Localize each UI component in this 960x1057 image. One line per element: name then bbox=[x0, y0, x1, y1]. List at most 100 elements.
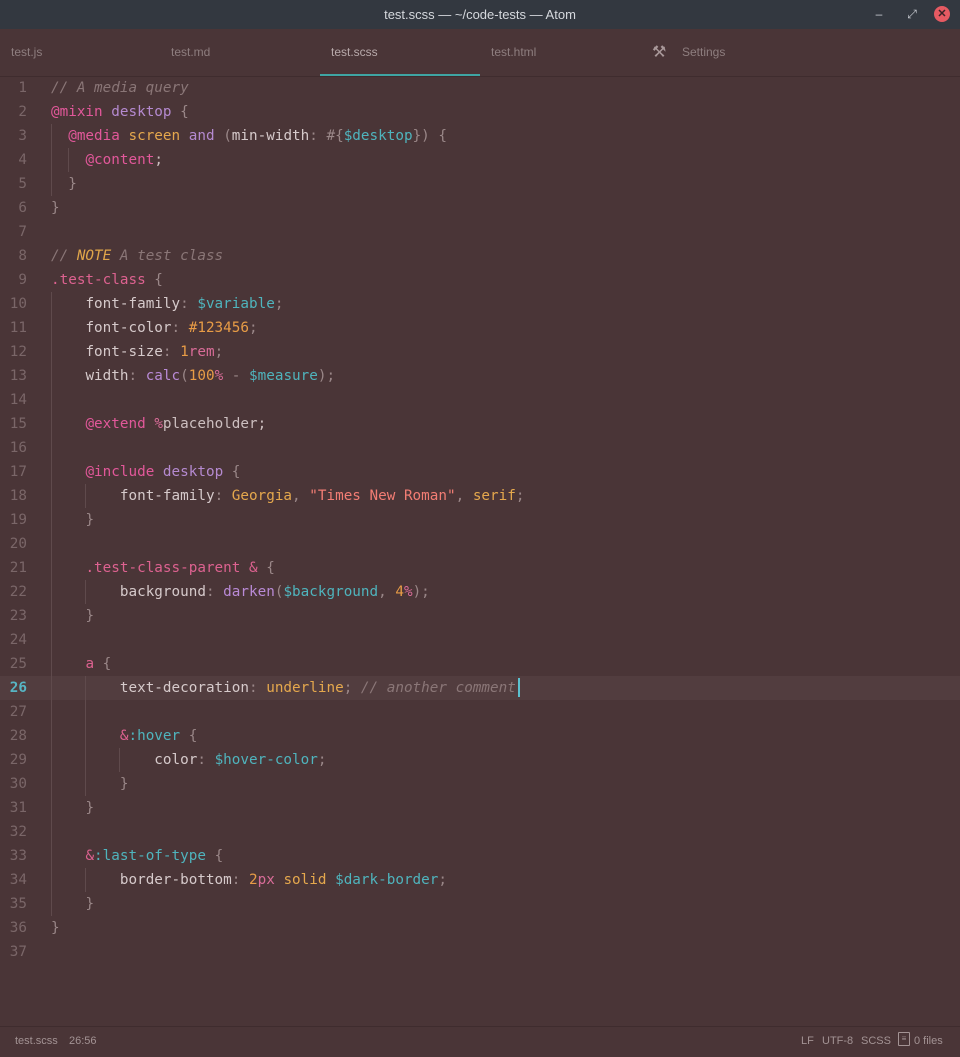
tab-settings[interactable]: ⚒ Settings bbox=[652, 29, 842, 76]
code-token: : #{ bbox=[309, 128, 344, 144]
status-files[interactable]: 0 files bbox=[914, 1035, 943, 1047]
code-line[interactable]: 28 &:hover { bbox=[0, 724, 960, 748]
status-encoding[interactable]: UTF-8 bbox=[822, 1035, 853, 1047]
line-number: 32 bbox=[9, 824, 27, 840]
tab-label: test.html bbox=[491, 45, 537, 59]
code-line[interactable]: 31 } bbox=[0, 796, 960, 820]
code-token: a bbox=[85, 656, 95, 672]
code-line[interactable]: 8 // NOTE A test class bbox=[0, 244, 960, 268]
code-token: text-decoration bbox=[119, 680, 249, 696]
code-text: font-color: #123456; bbox=[51, 316, 257, 340]
code-token: } bbox=[51, 920, 60, 936]
code-token: desktop bbox=[111, 104, 172, 120]
line-number: 26 bbox=[9, 680, 27, 696]
code-token: #123456 bbox=[188, 320, 249, 336]
code-line[interactable]: 29 color: $hover-color; bbox=[0, 748, 960, 772]
code-line[interactable]: 26 text-decoration: underline; // anothe… bbox=[0, 676, 960, 700]
status-cursor-position[interactable]: 26:56 bbox=[69, 1035, 97, 1047]
code-line[interactable]: 36} bbox=[0, 916, 960, 940]
code-token: } bbox=[85, 512, 95, 528]
tab-test-md[interactable]: test.md bbox=[160, 29, 320, 76]
code-text: background: darken($background, 4%); bbox=[51, 580, 430, 604]
code-line[interactable]: 19 } bbox=[0, 508, 960, 532]
code-line[interactable]: 7 bbox=[0, 220, 960, 244]
code-line[interactable]: 18 font-family: Georgia, "Times New Roma… bbox=[0, 484, 960, 508]
code-token: } bbox=[119, 776, 129, 792]
status-file-name[interactable]: test.scss bbox=[15, 1035, 58, 1047]
code-token: } bbox=[85, 608, 95, 624]
code-line[interactable]: 2 @mixin desktop { bbox=[0, 100, 960, 124]
code-line[interactable]: 22 background: darken($background, 4%); bbox=[0, 580, 960, 604]
code-token: font-family bbox=[119, 488, 215, 504]
code-line[interactable]: 37 bbox=[0, 940, 960, 964]
code-text: .test-class { bbox=[51, 268, 163, 292]
code-token: { bbox=[188, 728, 198, 744]
code-line[interactable]: 25 a { bbox=[0, 652, 960, 676]
code-line[interactable]: 33 &:last-of-type { bbox=[0, 844, 960, 868]
code-line[interactable]: 27 bbox=[0, 700, 960, 724]
code-token: min-width bbox=[231, 128, 310, 144]
code-editor[interactable]: 1// A media query 2 @mixin desktop {3 @med… bbox=[0, 76, 960, 1026]
code-token: $dark-border bbox=[335, 872, 439, 888]
code-token: px bbox=[257, 872, 275, 888]
code-token: - bbox=[223, 368, 250, 384]
code-line[interactable]: 13 width: calc(100% - $measure); bbox=[0, 364, 960, 388]
code-line[interactable]: 20 bbox=[0, 532, 960, 556]
code-line[interactable]: 23 } bbox=[0, 604, 960, 628]
tab-label: test.js bbox=[11, 45, 43, 59]
code-line[interactable]: 34 border-bottom: 2px solid $dark-border… bbox=[0, 868, 960, 892]
code-token: @content bbox=[85, 152, 155, 168]
code-line[interactable]: 17 @include desktop { bbox=[0, 460, 960, 484]
tab-test-html[interactable]: test.html bbox=[480, 29, 640, 76]
code-line[interactable]: 30 } bbox=[0, 772, 960, 796]
close-icon[interactable]: ✕ bbox=[934, 6, 950, 22]
code-line[interactable]: 5 } bbox=[0, 172, 960, 196]
code-line[interactable]: 4 @content; bbox=[0, 148, 960, 172]
code-line[interactable]: 15 @extend %placeholder; bbox=[0, 412, 960, 436]
code-line[interactable]: 32 bbox=[0, 820, 960, 844]
tab-test-scss[interactable]: test.scss bbox=[320, 29, 480, 76]
code-line[interactable]: 11 font-color: #123456; bbox=[0, 316, 960, 340]
code-line[interactable]: 1 // A media query bbox=[0, 76, 960, 100]
line-number: 25 bbox=[9, 656, 27, 672]
line-number: 5 bbox=[18, 176, 27, 192]
code-token: @mixin bbox=[51, 104, 103, 120]
code-line[interactable]: 35 } bbox=[0, 892, 960, 916]
code-text: @include desktop { bbox=[51, 460, 240, 484]
line-number: 10 bbox=[9, 296, 27, 312]
code-line[interactable]: 16 bbox=[0, 436, 960, 460]
code-token: ; bbox=[317, 752, 327, 768]
line-number: 12 bbox=[9, 344, 27, 360]
code-line[interactable]: 9 .test-class { bbox=[0, 268, 960, 292]
line-number: 8 bbox=[18, 248, 27, 264]
maximize-icon[interactable]: ⤢ bbox=[904, 6, 920, 22]
minimize-icon[interactable]: ‒ bbox=[871, 6, 887, 22]
code-text: } bbox=[51, 508, 94, 532]
code-line[interactable]: 3 @media screen and (min-width: #{$deskt… bbox=[0, 124, 960, 148]
indent-guide bbox=[119, 748, 120, 772]
code-line[interactable]: 24 bbox=[0, 628, 960, 652]
code-token: border-bottom bbox=[119, 872, 232, 888]
line-number: 30 bbox=[9, 776, 27, 792]
status-line-ending[interactable]: LF bbox=[801, 1035, 814, 1047]
code-token: ); bbox=[412, 584, 430, 600]
code-line[interactable]: 12 font-size: 1rem; bbox=[0, 340, 960, 364]
code-line[interactable]: 21 .test-class-parent & { bbox=[0, 556, 960, 580]
code-line[interactable]: 6} bbox=[0, 196, 960, 220]
code-text: } bbox=[51, 196, 60, 220]
code-line[interactable]: 10 font-family: $variable; bbox=[0, 292, 960, 316]
tab-test-js[interactable]: test.js bbox=[0, 29, 160, 76]
status-grammar[interactable]: SCSS bbox=[861, 1035, 891, 1047]
code-line[interactable]: 14 bbox=[0, 388, 960, 412]
